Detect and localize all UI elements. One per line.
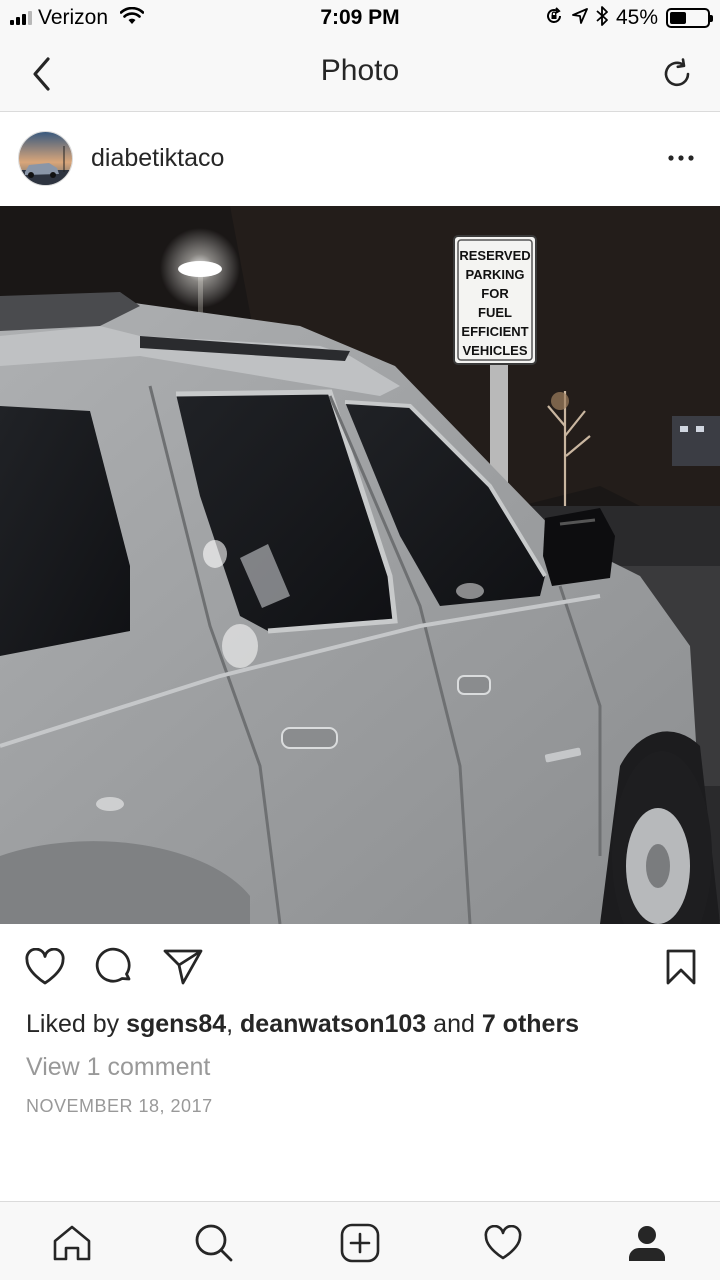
battery-icon: [666, 8, 713, 28]
location-icon: [572, 7, 588, 29]
more-options-button[interactable]: [666, 146, 696, 170]
likes-conjunction: and: [426, 1010, 482, 1038]
ellipsis-icon: [668, 155, 694, 161]
parking-sign-line: FUEL: [478, 305, 512, 320]
tab-search[interactable]: [191, 1220, 237, 1266]
battery-level-fill: [670, 12, 687, 24]
home-icon: [53, 1225, 91, 1261]
post-date: NOVEMBER 18, 2017: [26, 1096, 213, 1116]
save-button[interactable]: [658, 944, 704, 990]
nav-bar: Photo: [0, 36, 720, 112]
page-title: Photo: [320, 54, 400, 87]
send-icon: [163, 949, 203, 985]
parking-sign-line: RESERVED: [459, 248, 530, 263]
liker-username[interactable]: sgens84: [126, 1010, 226, 1038]
rotation-lock-icon: [544, 6, 564, 31]
tab-home[interactable]: [49, 1220, 95, 1266]
like-button[interactable]: [22, 944, 68, 990]
liker-username[interactable]: deanwatson103: [240, 1010, 426, 1038]
post-photo[interactable]: RESERVED PARKING FOR FUEL EFFICIENT VEHICLES: [0, 206, 720, 924]
likes-prefix: Liked by: [26, 1010, 127, 1038]
comment-icon: [95, 947, 131, 983]
parking-sign-line: PARKING: [466, 267, 525, 282]
likes-summary[interactable]: Liked by sgens84, deanwatson103 and 7 ot…: [26, 1010, 579, 1039]
post-username[interactable]: diabetiktaco: [91, 144, 224, 173]
heart-icon: [484, 1225, 522, 1260]
tab-activity[interactable]: [480, 1220, 526, 1266]
search-icon: [195, 1224, 233, 1262]
refresh-icon: [664, 58, 690, 87]
view-comments-link[interactable]: View 1 comment: [26, 1053, 210, 1082]
tab-bar: [0, 1201, 720, 1280]
post-header: diabetiktaco: [0, 112, 720, 206]
likes-others-link[interactable]: 7 others: [482, 1010, 579, 1038]
parking-sign-line: FOR: [481, 286, 509, 301]
parking-sign-line: EFFICIENT: [461, 324, 528, 339]
share-button[interactable]: [160, 944, 206, 990]
bluetooth-icon: [596, 5, 608, 31]
heart-icon: [25, 948, 65, 985]
bookmark-icon: [666, 949, 696, 985]
likes-separator: ,: [226, 1010, 241, 1038]
comment-button[interactable]: [92, 944, 138, 990]
battery-percent: 45%: [615, 6, 658, 29]
tab-profile[interactable]: [624, 1220, 670, 1266]
plus-square-icon: [340, 1223, 380, 1263]
status-right: 45%: [544, 5, 713, 31]
status-bar: Verizon 7:09 PM 45%: [0, 0, 720, 36]
parking-sign-line: VEHICLES: [462, 343, 527, 358]
tab-new-post[interactable]: [337, 1220, 383, 1266]
post-actions: [0, 944, 720, 992]
avatar[interactable]: [18, 131, 73, 186]
profile-icon: [629, 1226, 665, 1261]
refresh-button[interactable]: [658, 54, 698, 94]
